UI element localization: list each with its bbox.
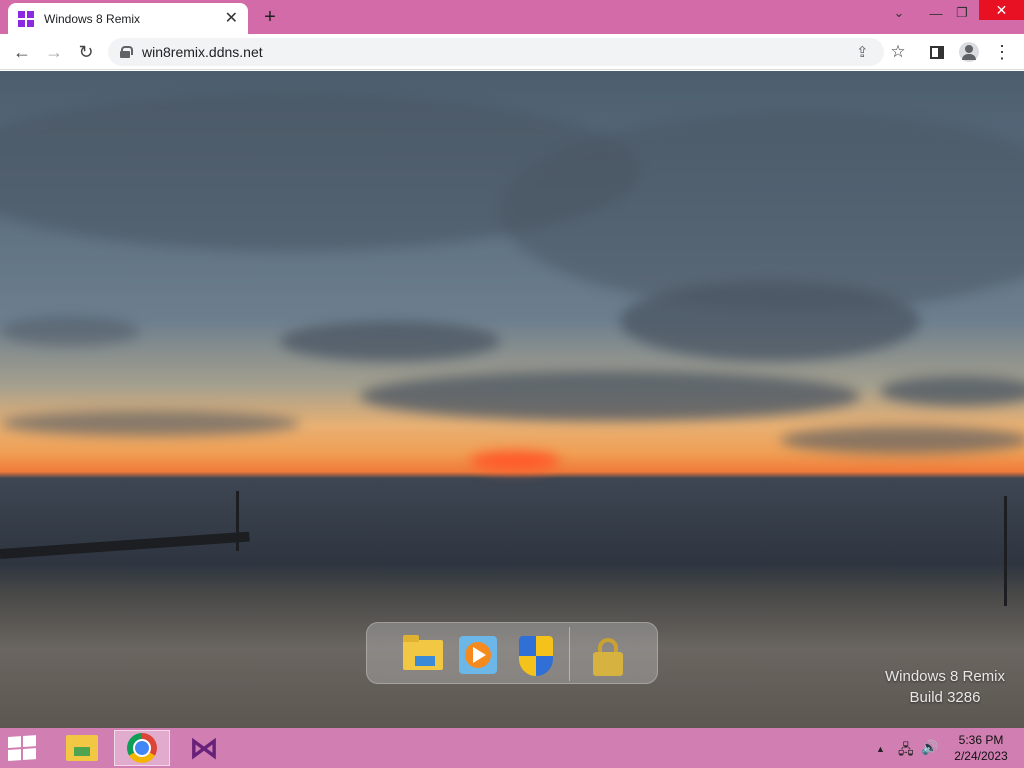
windows-logo-icon[interactable] [8,735,38,762]
browser-tab[interactable]: Windows 8 Remix ✕ [8,3,248,34]
browser-toolbar: ← → ↻ win8remix.ddns.net ⇪ ☆ ⋮ [0,34,1024,70]
reload-button[interactable]: ↻ [74,41,98,63]
profile-button[interactable] [959,42,979,62]
quick-launch-dock [366,622,658,684]
side-panel-icon[interactable] [927,42,947,62]
share-icon[interactable]: ⇪ [856,43,869,61]
address-bar[interactable]: win8remix.ddns.net ⇪ [108,38,884,66]
browser-titlebar: Windows 8 Remix ✕ + ⌄ — ❐ ✕ [0,0,1024,34]
network-icon[interactable]: 🖧 [898,739,914,763]
new-tab-button[interactable]: + [258,5,282,29]
lock-icon[interactable] [587,634,629,676]
setting-sun [470,451,560,471]
tab-search-button[interactable]: ⌄ [886,0,912,26]
tab-close-icon[interactable]: ✕ [225,10,238,27]
taskbar-chrome[interactable] [114,730,170,766]
media-player-icon[interactable] [457,634,499,676]
volume-icon[interactable]: 🔊 [921,739,938,756]
system-clock[interactable]: 5:36 PM 2/24/2023 [946,732,1016,764]
profile-icon [959,42,979,62]
windows-favicon-icon [18,10,34,27]
os-watermark: Windows 8 Remix Build 3286 [870,666,1020,708]
bookmark-star-icon[interactable]: ☆ [888,42,908,62]
close-window-button[interactable]: ✕ [979,0,1024,20]
menu-icon[interactable]: ⋮ [992,42,1012,62]
taskbar-file-explorer[interactable] [54,730,110,766]
visual-studio-icon: ⋈ [189,730,219,766]
security-shield-icon[interactable] [515,634,557,676]
watermark-line-1: Windows 8 Remix [884,668,1006,685]
show-hidden-icons-chevron[interactable]: ▲ [876,744,885,754]
clock-date: 2/24/2023 [954,749,1008,763]
dock-separator [569,627,570,681]
file-explorer-icon[interactable] [401,634,443,676]
forward-button[interactable]: → [42,41,66,63]
tab-title: Windows 8 Remix [44,11,141,26]
restore-button[interactable]: ❐ [950,0,974,26]
file-explorer-icon [66,735,98,761]
taskbar: ⋈ ▲ 🖧 🔊 5:36 PM 2/24/2023 [0,728,1024,768]
minimize-button[interactable]: — [924,0,948,26]
chrome-icon [127,733,157,763]
desktop-wallpaper[interactable]: Windows 8 Remix Build 3286 [0,71,1024,728]
watermark-line-2: Build 3286 [909,689,981,706]
url-text[interactable]: win8remix.ddns.net [142,44,263,60]
back-button[interactable]: ← [10,41,34,63]
clock-time: 5:36 PM [958,733,1004,747]
taskbar-visual-studio[interactable]: ⋈ [176,730,232,766]
lock-icon[interactable] [120,46,133,58]
